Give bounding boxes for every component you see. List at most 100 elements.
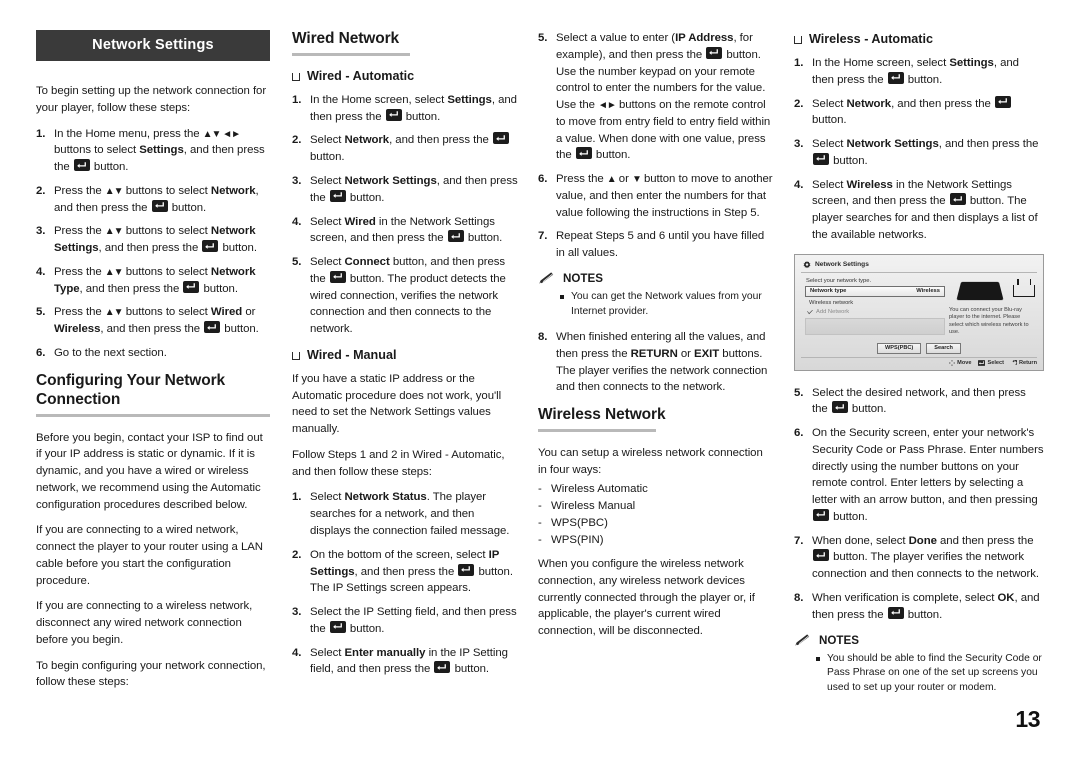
step-text: When verification is complete, select OK… — [812, 590, 1044, 624]
column-2: Wired Network Wired - Automatic 1. In the… — [292, 30, 538, 705]
note-text: You can get the Network values from your… — [571, 290, 762, 317]
step-item: 3. Select Network Settings, and then pres… — [292, 173, 518, 207]
dpad-icon — [949, 359, 956, 366]
configuring-paragraphs: Before you begin, contact your ISP to fi… — [36, 430, 270, 692]
emphasis-text: Settings — [949, 57, 994, 69]
step-text: Press the ▲▼ buttons to select Network, … — [54, 183, 270, 217]
step-text: When finished entering all the values, a… — [556, 329, 774, 396]
emphasis-text: Done — [908, 534, 937, 547]
arrow-keys-icon: ▲ — [606, 174, 617, 186]
pencil-icon — [539, 272, 554, 284]
list-item: - Wireless Automatic — [538, 481, 774, 498]
section-heading-wireless-network: Wireless Network — [538, 406, 666, 424]
arrow-keys-icon: ▲▼ — [104, 266, 124, 278]
enter-button-icon — [434, 661, 451, 674]
intro-paragraph: To begin setting up the network connecti… — [36, 85, 267, 114]
text-run: button. — [904, 73, 943, 86]
screenshot-button-row: WPS(PBC) Search — [801, 342, 1037, 354]
text-run: , and then press the — [891, 97, 994, 110]
step-item: 4. Select Wireless in the Network Setting… — [794, 177, 1044, 244]
step-number: 2. — [36, 184, 46, 197]
emphasis-text: OK — [997, 592, 1015, 605]
text-run: button. — [464, 232, 503, 245]
footer-return-label: Return — [1018, 359, 1037, 366]
enter-button-icon — [151, 199, 168, 212]
player-device-icon — [955, 281, 1004, 300]
note-text: You should be able to find the Security … — [827, 652, 1042, 693]
screenshot-button[interactable]: Search — [926, 342, 961, 354]
list-item-label: WPS(PBC) — [551, 516, 608, 529]
subheading-label: Wired - Manual — [307, 347, 397, 362]
emphasis-text: Wireless — [54, 323, 101, 336]
screenshot-hint-text: You can connect your Blu-ray player to t… — [949, 306, 1029, 336]
enter-button-icon — [994, 95, 1011, 108]
step-item: 2. Select Network, and then press the but… — [794, 95, 1044, 130]
screenshot-add-network-label: Add Network — [816, 309, 850, 316]
text-run: button. — [592, 149, 631, 162]
text-run: button. — [346, 622, 385, 635]
text-run: Select — [310, 491, 345, 504]
text-run: Select — [812, 138, 847, 151]
text-run: button. — [451, 663, 490, 676]
step-text: Press the ▲▼ buttons to select Network T… — [54, 264, 270, 298]
step-text: Select Wireless in the Network Settings … — [812, 177, 1044, 244]
subheading-wireless-automatic: Wireless - Automatic — [794, 32, 1044, 46]
check-icon — [807, 309, 813, 314]
footer-select-label: Select — [987, 359, 1004, 366]
text-run: button. — [830, 154, 868, 167]
emphasis-text: Settings — [139, 144, 184, 157]
enter-button-icon — [329, 270, 346, 283]
enter-button-icon — [813, 549, 829, 562]
notes-list: You can get the Network values from your… — [538, 290, 774, 319]
text-run: button. — [402, 110, 441, 123]
emphasis-text: RETURN — [630, 347, 678, 360]
text-run: In the Home screen, select — [310, 93, 448, 106]
subheading-wired-manual: Wired - Manual — [292, 348, 518, 362]
enter-button-icon — [492, 132, 509, 145]
text-run: Press the — [54, 225, 105, 238]
text-run: , and then press the — [79, 282, 183, 295]
screenshot-network-type-row: Network type Wireless — [805, 285, 945, 297]
step-number: 4. — [36, 265, 46, 278]
screenshot-right-pane: You can connect your Blu-ray player to t… — [949, 278, 1035, 337]
step-number: 8. — [794, 592, 804, 605]
step-number: 6. — [538, 173, 548, 186]
text-run: , and then press the — [938, 138, 1039, 151]
square-bullet-icon — [794, 36, 802, 44]
square-bullet-icon — [292, 72, 300, 81]
network-settings-screenshot: Network Settings Select your network typ… — [794, 253, 1044, 371]
text-run: buttons to select — [54, 144, 140, 157]
step-text: Select Network Settings, and then press … — [310, 173, 518, 207]
emphasis-text: Wireless — [846, 178, 893, 191]
step-text: Press the ▲▼ buttons to select Network S… — [54, 223, 270, 257]
text-run: button. — [904, 608, 943, 621]
step-number: 5. — [292, 256, 302, 269]
step-text: Select Network, and then press the butto… — [310, 132, 518, 166]
step-item: 5. Select the desired network, and then p… — [794, 385, 1044, 419]
step-item: 4. Select Enter manually in the IP Settin… — [292, 645, 518, 679]
text-run: or — [615, 173, 632, 186]
step-number: 4. — [794, 178, 804, 191]
column-1: Network Settings To begin setting up the… — [36, 30, 292, 705]
step-text: Press the ▲▼ buttons to select Wired or … — [54, 304, 270, 338]
step-number: 3. — [794, 138, 804, 151]
text-run: button. — [221, 323, 259, 336]
wired-manual-steps-continued: 5. Select a value to enter (IP Address, f… — [538, 30, 774, 262]
text-run: or — [677, 347, 695, 360]
subheading-label: Wired - Automatic — [307, 68, 415, 83]
page-number: 13 — [1015, 706, 1040, 732]
screenshot-button[interactable]: WPS(PBC) — [877, 342, 922, 354]
text-run: , and then press the — [389, 134, 492, 147]
step-number: 7. — [538, 230, 548, 243]
step-number: 2. — [292, 548, 302, 561]
text-run: button. The player verifies the network … — [812, 551, 1040, 581]
column-3: 5. Select a value to enter (IP Address, f… — [538, 30, 794, 705]
text-run: buttons to select — [122, 184, 211, 197]
step-text: Select Network, and then press the butto… — [812, 95, 1044, 130]
arrow-keys-icon: ▲▼ — [104, 185, 124, 197]
enter-button-icon — [706, 46, 723, 59]
step-text: Select Network Status. The player search… — [310, 489, 518, 539]
step-number: 8. — [538, 331, 548, 344]
text-run: When verification is complete, select — [812, 592, 998, 605]
step-number: 3. — [292, 174, 302, 187]
